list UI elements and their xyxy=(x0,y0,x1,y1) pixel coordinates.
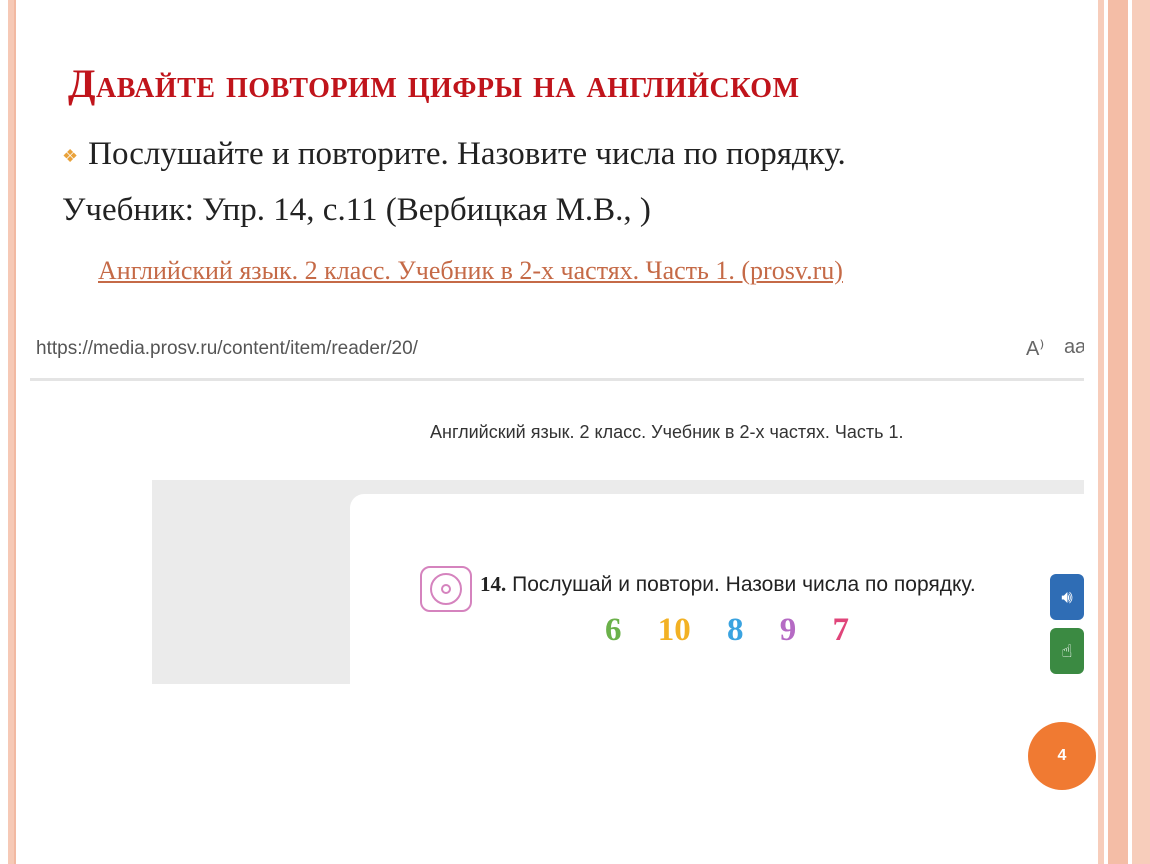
slide-left-border xyxy=(8,0,16,864)
bullet-item: ❖ Послушайте и повторите. Назовите числа … xyxy=(62,136,846,173)
number-item: 9 xyxy=(779,612,797,648)
address-url[interactable]: https://media.prosv.ru/content/item/read… xyxy=(36,338,418,360)
task-line: 14. Послушай и повтори. Назови числа по … xyxy=(480,572,976,597)
embedded-screenshot: https://media.prosv.ru/content/item/read… xyxy=(30,322,1084,684)
hand-pointer-icon: ☝︎ xyxy=(1061,641,1073,661)
touch-button[interactable]: ☝︎ xyxy=(1050,628,1084,674)
page-number-badge: 4 xyxy=(1028,722,1096,790)
numbers-row: 6 10 8 9 7 xyxy=(605,612,877,649)
text-size-icon[interactable]: aæ xyxy=(1064,336,1084,359)
slide-right-border xyxy=(1098,0,1150,864)
sound-button[interactable]: 🔊︎ xyxy=(1050,574,1084,620)
textbook-reference: Учебник: Упр. 14, с.11 (Вербицкая М.В., … xyxy=(62,192,651,228)
browser-address-bar[interactable]: https://media.prosv.ru/content/item/read… xyxy=(30,322,1084,381)
number-item: 7 xyxy=(832,612,850,648)
audio-disc-icon[interactable] xyxy=(420,566,472,612)
diamond-bullet-icon: ❖ xyxy=(62,145,79,166)
number-item: 6 xyxy=(605,612,622,648)
book-title: Английский язык. 2 класс. Учебник в 2-х … xyxy=(430,422,904,442)
speaker-icon: 🔊︎ xyxy=(1061,587,1073,607)
task-number: 14. xyxy=(480,572,507,596)
textbook-link[interactable]: Английский язык. 2 класс. Учебник в 2-х … xyxy=(98,256,843,286)
number-item: 10 xyxy=(657,612,691,648)
task-text: Послушай и повтори. Назови числа по поря… xyxy=(512,573,976,596)
number-item: 8 xyxy=(727,612,744,648)
slide-title: Давайте повторим цифры на английском xyxy=(68,61,800,106)
read-aloud-icon[interactable]: A⁾ xyxy=(1026,336,1044,361)
bullet-text: Послушайте и повторите. Назовите числа п… xyxy=(88,136,846,172)
book-page: 14. Послушай и повтори. Назови числа по … xyxy=(350,494,1084,684)
